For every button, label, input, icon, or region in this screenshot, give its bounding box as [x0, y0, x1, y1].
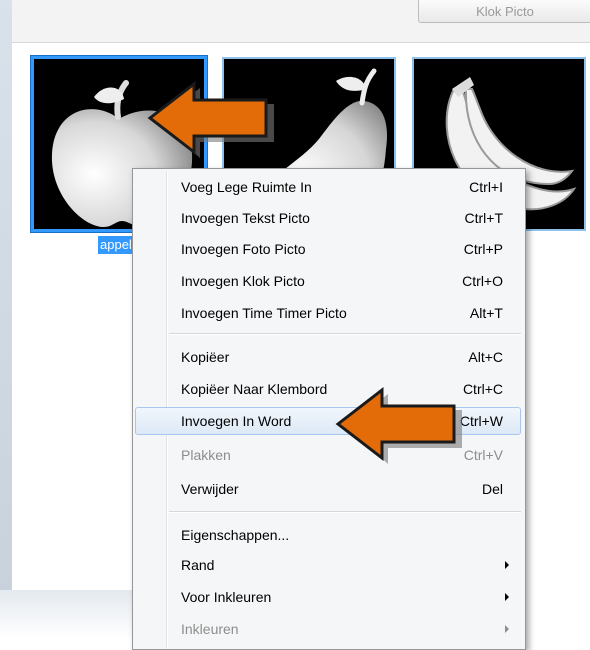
- menu-item-invoegen-foto-picto[interactable]: Invoegen Foto Picto Ctrl+P: [135, 235, 521, 263]
- menu-item-label: Invoegen Tekst Picto: [181, 210, 310, 226]
- annotation-arrow-left-icon: [335, 386, 462, 464]
- menu-item-label: Voor Inkleuren: [181, 589, 272, 605]
- menu-item-rand[interactable]: Rand: [135, 551, 521, 579]
- menu-item-label: Eigenschappen...: [181, 527, 290, 543]
- menu-item-invoegen-tekst-picto[interactable]: Invoegen Tekst Picto Ctrl+T: [135, 204, 521, 232]
- menu-item-shortcut: Ctrl+P: [463, 241, 503, 257]
- menu-item-shortcut: Alt+C: [468, 349, 503, 365]
- menu-item-invoegen-klok-picto[interactable]: Invoegen Klok Picto Ctrl+O: [135, 267, 521, 295]
- menu-item-shortcut: Ctrl+I: [469, 179, 503, 195]
- chevron-right-icon: [505, 593, 509, 601]
- menu-separator: [169, 511, 521, 513]
- menu-item-shortcut: Alt+T: [469, 305, 503, 321]
- menu-item-label: Invoegen Klok Picto: [181, 273, 305, 289]
- top-toolbar: Klok Picto: [12, 0, 590, 43]
- menu-item-kopieer[interactable]: Kopiëer Alt+C: [135, 343, 521, 371]
- menu-item-label: Invoegen In Word: [181, 413, 292, 429]
- menu-item-shortcut: Ctrl+C: [462, 381, 503, 397]
- menu-item-label: Kopiëer Naar Klembord: [181, 381, 328, 397]
- menu-item-label: Rand: [181, 557, 215, 573]
- menu-item-voor-inkleuren[interactable]: Voor Inkleuren: [135, 583, 521, 611]
- menu-item-label: Inkleuren: [181, 621, 239, 637]
- menu-item-label: Verwijder: [181, 481, 239, 497]
- menu-item-verwijder[interactable]: Verwijder Del: [135, 475, 521, 503]
- menu-item-shortcut: Ctrl+T: [464, 210, 504, 226]
- menu-item-label: Invoegen Foto Picto: [181, 241, 306, 257]
- menu-item-shortcut: Del: [481, 481, 503, 497]
- menu-separator: [169, 333, 521, 335]
- app-window: Klok Picto appel Voeg Lege Ruimte In Ctr…: [0, 0, 590, 650]
- window-frame-bottom: [0, 590, 150, 639]
- menu-item-invoegen-time-timer-picto[interactable]: Invoegen Time Timer Picto Alt+T: [135, 299, 521, 327]
- menu-item-shortcut: Ctrl+O: [462, 273, 503, 289]
- chevron-right-icon: [505, 625, 509, 633]
- klok-picto-button[interactable]: Klok Picto: [418, 0, 590, 23]
- menu-item-label: Plakken: [181, 447, 231, 463]
- menu-item-eigenschappen[interactable]: Eigenschappen...: [135, 521, 521, 549]
- menu-item-voeg-lege-ruimte-in[interactable]: Voeg Lege Ruimte In Ctrl+I: [135, 173, 521, 201]
- menu-item-shortcut: Ctrl+V: [463, 447, 503, 463]
- annotation-arrow-left-icon: [147, 80, 274, 158]
- chevron-right-icon: [505, 561, 509, 569]
- menu-item-label: Invoegen Time Timer Picto: [181, 305, 347, 321]
- menu-item-label: Kopiëer: [181, 349, 230, 365]
- menu-item-shortcut: Ctrl+W: [459, 413, 503, 429]
- context-menu: Voeg Lege Ruimte In Ctrl+I Invoegen Teks…: [132, 168, 526, 650]
- menu-item-label: Voeg Lege Ruimte In: [181, 179, 312, 195]
